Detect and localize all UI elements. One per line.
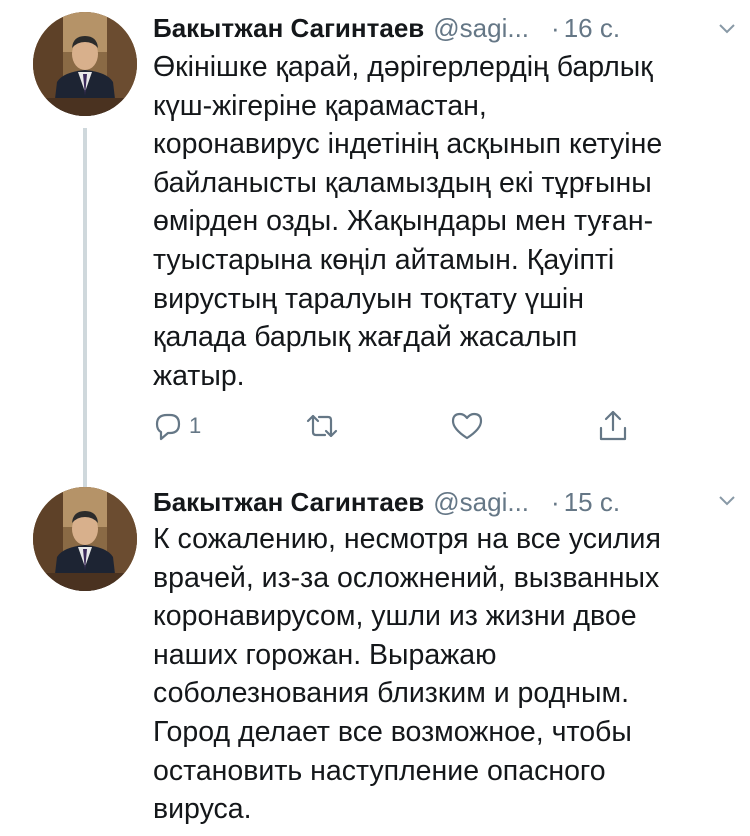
author-name[interactable]: Бакытжан Сагинтаев — [153, 13, 424, 44]
separator-dot: · — [551, 12, 560, 43]
tweet-text: Өкінішке қарай, дәрігерлердің барлық күш… — [153, 48, 728, 395]
like-icon — [451, 412, 483, 440]
retweet-icon — [306, 414, 338, 438]
tweet-header: Бакытжан Сагинтаев @sagi... · 16 с. — [153, 8, 730, 48]
tweet-text-line: вируса. — [153, 793, 252, 826]
tweet-text-line: вирустың таралуын тоқтату үшін — [153, 282, 585, 315]
tweet-text: К сожалению, несмотря на все усилия врач… — [153, 520, 728, 829]
reply-button[interactable]: 1 — [151, 406, 201, 446]
author-name[interactable]: Бакытжан Сагинтаев — [153, 487, 424, 518]
separator-dot: · — [551, 486, 560, 517]
tweet-actions: 1 — [0, 406, 750, 446]
avatar[interactable] — [33, 487, 137, 591]
share-icon — [599, 410, 627, 441]
retweet-button[interactable] — [302, 406, 342, 446]
tweet-text-line: К сожалению, несмотря на все усилия — [153, 523, 661, 555]
chevron-down-icon[interactable] — [714, 488, 740, 514]
tweet-text-line: Өкінішке қарай, дәрігерлердің барлық — [153, 51, 653, 83]
avatar[interactable] — [33, 12, 137, 116]
reply-icon — [155, 413, 181, 441]
like-button[interactable] — [449, 406, 485, 446]
tweet-timestamp[interactable]: 15 с. — [564, 487, 620, 518]
reply-count: 1 — [189, 413, 202, 438]
tweet-text-line: коронавирусом, ушли из жизни двое — [153, 600, 637, 633]
tweet-text-line: жатыр. — [153, 359, 245, 392]
tweet-text-line: коронавирус індетінің асқынып кетуіне — [153, 128, 663, 161]
tweet-header: Бакытжан Сагинтаев @sagi... · 15 с. — [153, 482, 730, 522]
tweet-text-line: врачей, из-за осложнений, вызванных — [153, 561, 660, 594]
tweet-text-line: қалада барлық жағдай жасалып — [153, 321, 578, 354]
share-button[interactable] — [596, 406, 630, 446]
tweet-text-line: туыстарына көңіл айтамын. Қауіпті — [153, 243, 615, 276]
tweet-text-line: остановить наступление опасного — [153, 754, 606, 787]
tweet-text-line: Город делает все возможное, чтобы — [153, 715, 632, 748]
tweet-text-line: байланысты қаламыздың екі тұрғыны — [153, 166, 652, 199]
tweet-text-line: күш-жігеріне қарамастан, — [153, 89, 487, 122]
tweet[interactable]: Бакытжан Сагинтаев @sagi... · 16 с. Өкін… — [0, 0, 750, 470]
tweet-text-line: өмірден озды. Жақындары мен туған- — [153, 205, 654, 238]
chevron-down-icon[interactable] — [714, 16, 740, 42]
tweet[interactable]: Бакытжан Сагинтаев @sagi... · 15 с. К со… — [0, 470, 750, 836]
tweet-text-line: соболезнования близким и родным. — [153, 677, 629, 710]
author-handle[interactable]: @sagi... — [433, 487, 529, 518]
tweet-text-line: наших горожан. Выражаю — [153, 638, 497, 671]
tweet-timestamp[interactable]: 16 с. — [564, 13, 620, 44]
author-handle[interactable]: @sagi... — [433, 13, 529, 44]
